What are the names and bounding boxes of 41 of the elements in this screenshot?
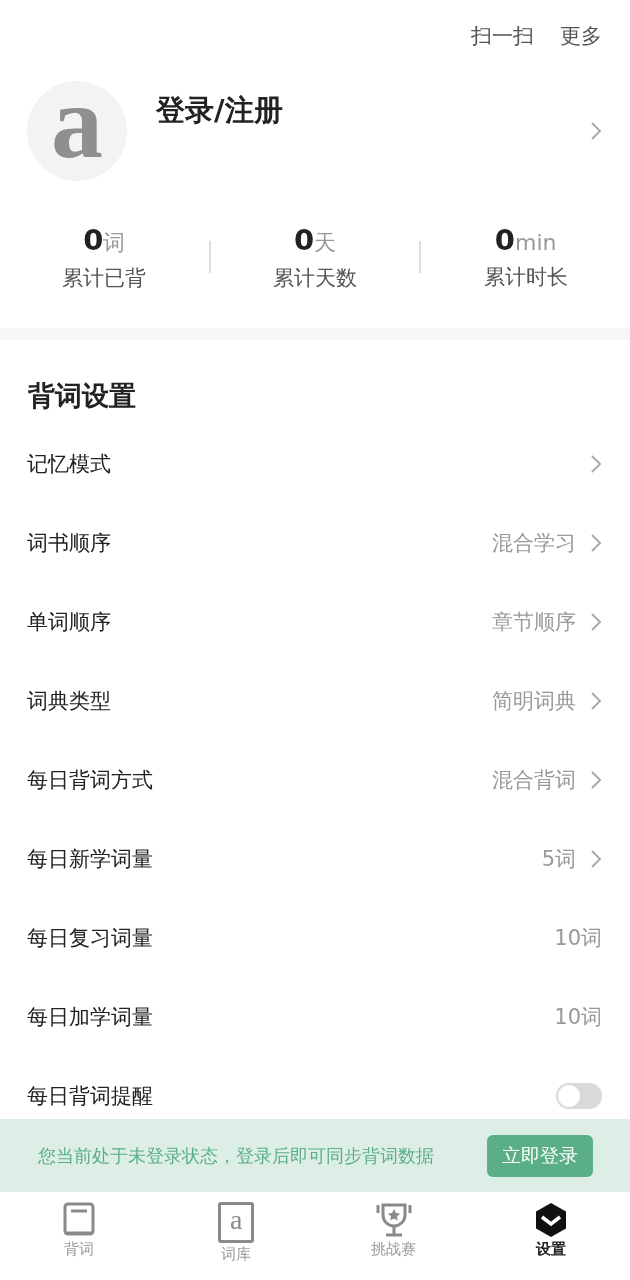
chevron-right-icon <box>590 532 602 553</box>
login-register-link[interactable]: 登录/注册 <box>156 91 590 131</box>
chevron-right-icon <box>590 453 602 474</box>
setting-label: 每日背词方式 <box>27 766 154 794</box>
stat-label: 累计已背 <box>62 264 147 292</box>
setting-label: 词典类型 <box>27 687 112 715</box>
setting-value: 章节顺序 <box>492 608 576 636</box>
setting-value: 5词 <box>541 845 576 873</box>
nav-tab[interactable]: a 词库 <box>157 1202 315 1280</box>
top-action-link[interactable]: 更多 <box>560 22 602 48</box>
toggle-switch[interactable] <box>556 1082 602 1109</box>
setting-value: 简明词典 <box>492 687 576 715</box>
banner-text: 您当前处于未登录状态，登录后即可同步背词数据 <box>38 1143 434 1168</box>
chevron-right-icon <box>590 611 602 632</box>
avatar: a <box>27 81 127 181</box>
setting-value: 10词 <box>554 1003 602 1031</box>
section-title: 背词设置 <box>27 379 137 413</box>
chevron-right-icon <box>590 690 602 711</box>
stat-label: 累计时长 <box>483 264 568 291</box>
setting-value: 混合学习 <box>492 529 576 557</box>
stat-label: 累计天数 <box>273 264 357 292</box>
setting-label: 记忆模式 <box>27 450 112 478</box>
book-icon <box>61 1202 96 1238</box>
setting-value: 10词 <box>554 924 602 952</box>
stat-value: 0天 <box>293 222 337 258</box>
setting-label: 每日新学词量 <box>27 845 154 873</box>
stat-value: 0min <box>494 223 557 257</box>
setting-label: 每日复习词量 <box>27 924 154 952</box>
stat-value: 0词 <box>83 222 126 258</box>
setting-value: 混合背词 <box>492 766 576 794</box>
top-action-link[interactable]: 扫一扫 <box>471 22 534 48</box>
chevron-right-icon <box>590 769 602 790</box>
chevron-right-icon <box>590 848 602 869</box>
hexagon-check-icon <box>534 1202 569 1238</box>
setting-label: 每日背词提醒 <box>27 1082 154 1110</box>
setting-label: 单词顺序 <box>27 608 112 636</box>
nav-tab[interactable]: 设置 <box>472 1202 630 1280</box>
chevron-right-icon <box>590 121 602 141</box>
letter-icon: a <box>218 1202 255 1243</box>
setting-label: 每日加学词量 <box>27 1003 154 1031</box>
setting-label: 词书顺序 <box>27 529 112 557</box>
